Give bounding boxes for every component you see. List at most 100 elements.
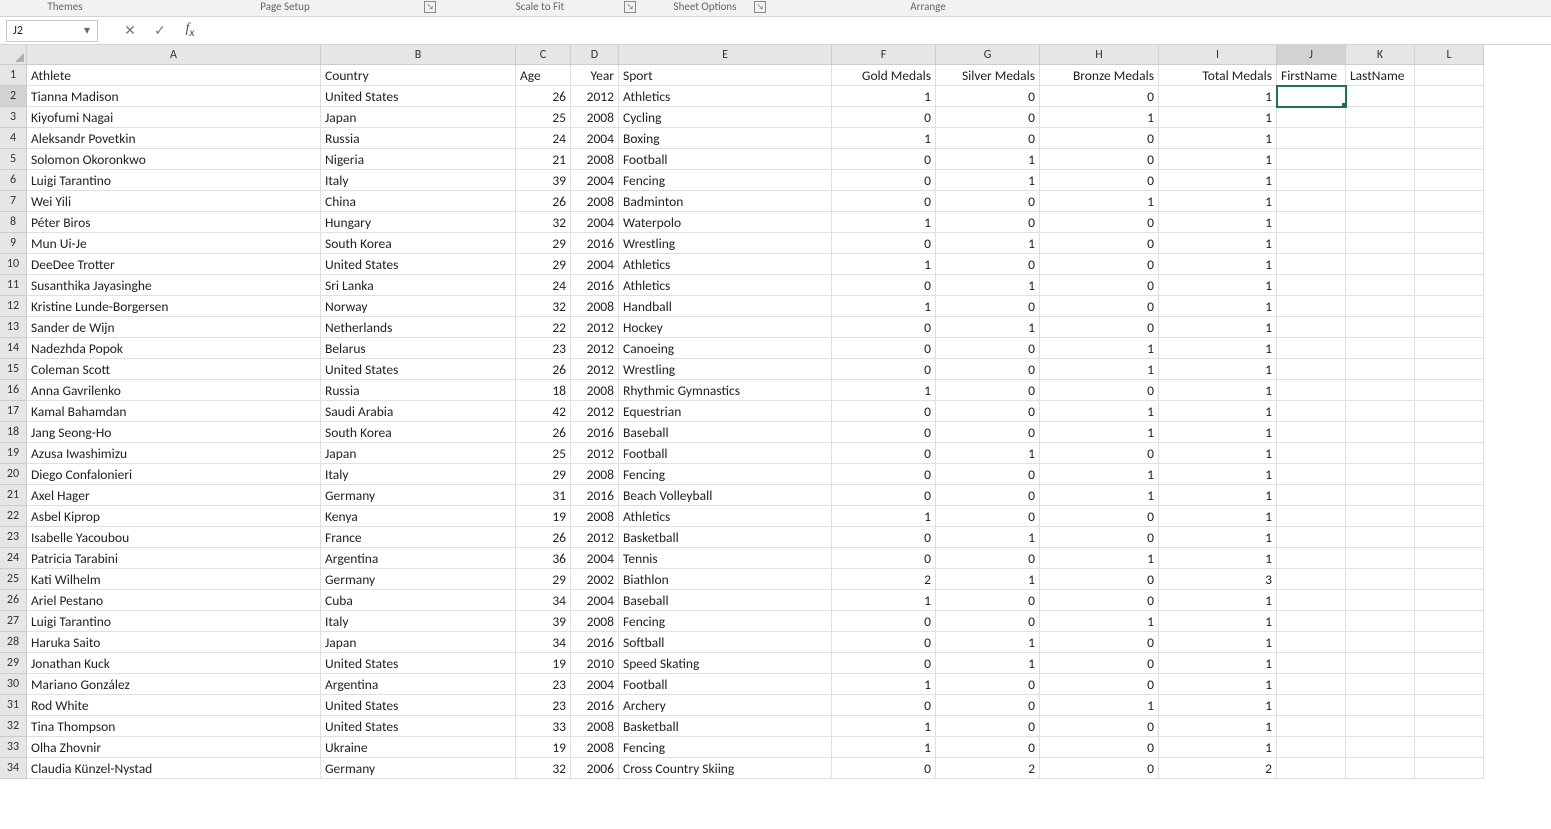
cell-B21[interactable]: Germany [321, 485, 516, 506]
cell-B12[interactable]: Norway [321, 296, 516, 317]
row-header-32[interactable]: 32 [0, 716, 27, 737]
col-header-D[interactable]: D [571, 45, 619, 65]
cell-F24[interactable]: 0 [832, 548, 936, 569]
cell-H3[interactable]: 1 [1040, 107, 1159, 128]
cell-C2[interactable]: 26 [516, 86, 571, 107]
cell-F34[interactable]: 0 [832, 758, 936, 779]
cell-A19[interactable]: Azusa Iwashimizu [27, 443, 321, 464]
cell-K16[interactable] [1346, 380, 1415, 401]
cell-K29[interactable] [1346, 653, 1415, 674]
cell-I11[interactable]: 1 [1159, 275, 1277, 296]
cell-D19[interactable]: 2012 [571, 443, 619, 464]
cell-I10[interactable]: 1 [1159, 254, 1277, 275]
cell-C4[interactable]: 24 [516, 128, 571, 149]
cell-F30[interactable]: 1 [832, 674, 936, 695]
cell-I4[interactable]: 1 [1159, 128, 1277, 149]
row-header-20[interactable]: 20 [0, 464, 27, 485]
cell-H12[interactable]: 0 [1040, 296, 1159, 317]
cell-B13[interactable]: Netherlands [321, 317, 516, 338]
row-header-25[interactable]: 25 [0, 569, 27, 590]
cell-F10[interactable]: 1 [832, 254, 936, 275]
cell-E16[interactable]: Rhythmic Gymnastics [619, 380, 832, 401]
cell-L34[interactable] [1415, 758, 1484, 779]
cell-G24[interactable]: 0 [936, 548, 1040, 569]
cell-C15[interactable]: 26 [516, 359, 571, 380]
col-header-L[interactable]: L [1415, 45, 1484, 65]
cell-D20[interactable]: 2008 [571, 464, 619, 485]
cell-B16[interactable]: Russia [321, 380, 516, 401]
cell-D32[interactable]: 2008 [571, 716, 619, 737]
cell-H16[interactable]: 0 [1040, 380, 1159, 401]
col-header-J[interactable]: J [1277, 45, 1346, 65]
cell-D21[interactable]: 2016 [571, 485, 619, 506]
cell-F28[interactable]: 0 [832, 632, 936, 653]
cell-H27[interactable]: 1 [1040, 611, 1159, 632]
cell-K12[interactable] [1346, 296, 1415, 317]
row-header-26[interactable]: 26 [0, 590, 27, 611]
cell-J9[interactable] [1277, 233, 1346, 254]
cell-D26[interactable]: 2004 [571, 590, 619, 611]
cell-H33[interactable]: 0 [1040, 737, 1159, 758]
row-header-1[interactable]: 1 [0, 65, 27, 86]
cell-E25[interactable]: Biathlon [619, 569, 832, 590]
cell-E9[interactable]: Wrestling [619, 233, 832, 254]
cell-D3[interactable]: 2008 [571, 107, 619, 128]
cell-K5[interactable] [1346, 149, 1415, 170]
cell-F2[interactable]: 1 [832, 86, 936, 107]
cell-C22[interactable]: 19 [516, 506, 571, 527]
cell-B1[interactable]: Country [321, 65, 516, 86]
cell-J32[interactable] [1277, 716, 1346, 737]
cell-J34[interactable] [1277, 758, 1346, 779]
cell-E27[interactable]: Fencing [619, 611, 832, 632]
cell-L21[interactable] [1415, 485, 1484, 506]
cell-E34[interactable]: Cross Country Skiing [619, 758, 832, 779]
cell-F15[interactable]: 0 [832, 359, 936, 380]
cell-A10[interactable]: DeeDee Trotter [27, 254, 321, 275]
cell-H19[interactable]: 0 [1040, 443, 1159, 464]
cell-L6[interactable] [1415, 170, 1484, 191]
cell-G18[interactable]: 0 [936, 422, 1040, 443]
cell-J28[interactable] [1277, 632, 1346, 653]
cell-D30[interactable]: 2004 [571, 674, 619, 695]
cell-K17[interactable] [1346, 401, 1415, 422]
cell-D7[interactable]: 2008 [571, 191, 619, 212]
row-header-28[interactable]: 28 [0, 632, 27, 653]
cell-K14[interactable] [1346, 338, 1415, 359]
cell-G23[interactable]: 1 [936, 527, 1040, 548]
cell-F14[interactable]: 0 [832, 338, 936, 359]
cell-I34[interactable]: 2 [1159, 758, 1277, 779]
cell-G11[interactable]: 1 [936, 275, 1040, 296]
cell-G21[interactable]: 0 [936, 485, 1040, 506]
cell-L32[interactable] [1415, 716, 1484, 737]
cell-J33[interactable] [1277, 737, 1346, 758]
cell-J25[interactable] [1277, 569, 1346, 590]
cell-G15[interactable]: 0 [936, 359, 1040, 380]
cell-L2[interactable] [1415, 86, 1484, 107]
cell-G30[interactable]: 0 [936, 674, 1040, 695]
cell-K10[interactable] [1346, 254, 1415, 275]
row-header-6[interactable]: 6 [0, 170, 27, 191]
cell-H18[interactable]: 1 [1040, 422, 1159, 443]
cell-E2[interactable]: Athletics [619, 86, 832, 107]
cell-L8[interactable] [1415, 212, 1484, 233]
cell-G32[interactable]: 0 [936, 716, 1040, 737]
cell-K19[interactable] [1346, 443, 1415, 464]
cell-J10[interactable] [1277, 254, 1346, 275]
cell-E22[interactable]: Athletics [619, 506, 832, 527]
col-header-I[interactable]: I [1159, 45, 1277, 65]
cell-I27[interactable]: 1 [1159, 611, 1277, 632]
cell-J19[interactable] [1277, 443, 1346, 464]
cell-K32[interactable] [1346, 716, 1415, 737]
select-all-corner[interactable] [0, 45, 27, 65]
cell-I9[interactable]: 1 [1159, 233, 1277, 254]
dialog-launcher-icon[interactable] [754, 1, 766, 13]
cell-K31[interactable] [1346, 695, 1415, 716]
cell-J29[interactable] [1277, 653, 1346, 674]
cell-G7[interactable]: 0 [936, 191, 1040, 212]
cell-I23[interactable]: 1 [1159, 527, 1277, 548]
cell-A22[interactable]: Asbel Kiprop [27, 506, 321, 527]
row-header-3[interactable]: 3 [0, 107, 27, 128]
cell-E23[interactable]: Basketball [619, 527, 832, 548]
row-header-4[interactable]: 4 [0, 128, 27, 149]
cell-I15[interactable]: 1 [1159, 359, 1277, 380]
